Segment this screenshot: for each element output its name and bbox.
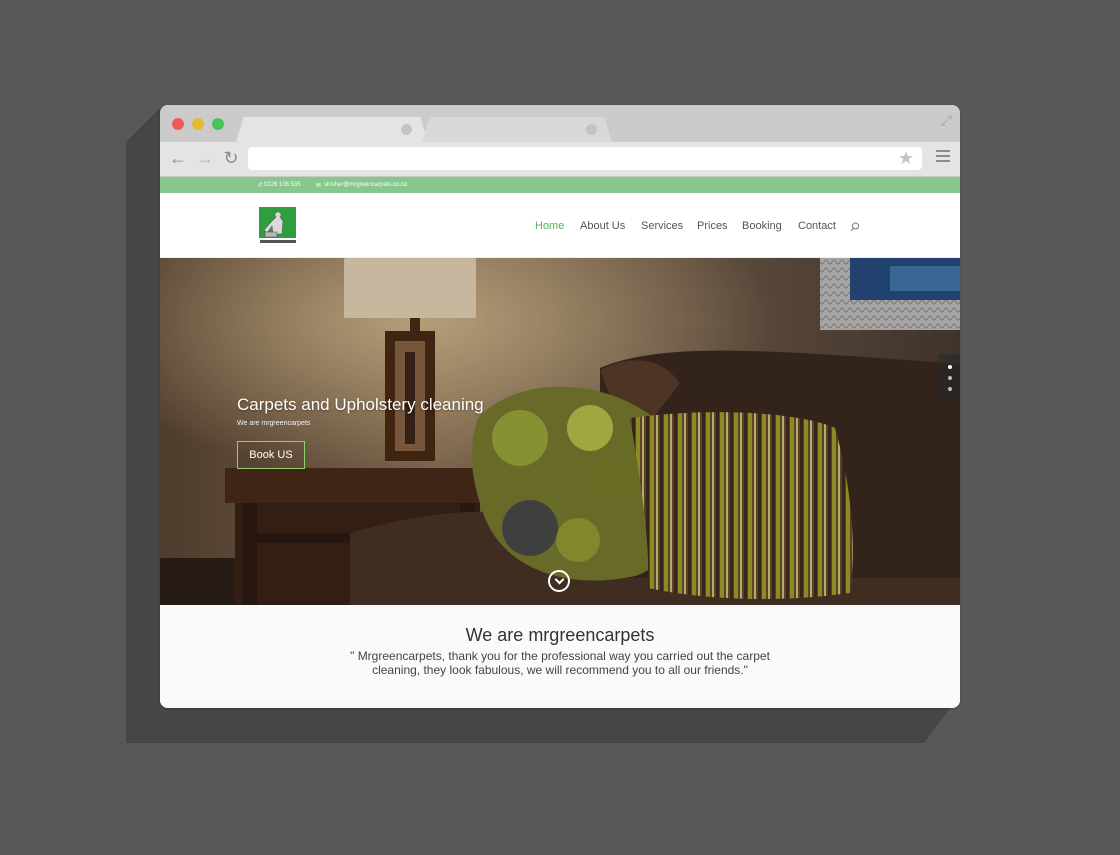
- minimize-window-button[interactable]: [192, 118, 204, 130]
- bookmark-star-icon[interactable]: ★: [898, 148, 914, 169]
- reload-icon[interactable]: ↻: [220, 147, 242, 169]
- nav-contact[interactable]: Contact: [798, 220, 836, 232]
- browser-tab-active[interactable]: [236, 117, 428, 142]
- intro-section: We are mrgreencarpets " Mrgreencarpets, …: [160, 605, 960, 708]
- fullscreen-icon[interactable]: ⤢: [941, 112, 952, 129]
- slide-dot-3[interactable]: [948, 387, 952, 391]
- nav-home[interactable]: Home: [535, 220, 564, 232]
- section-title: We are mrgreencarpets: [465, 625, 655, 645]
- scroll-down-icon[interactable]: [548, 570, 570, 592]
- phone-icon: ✆: [258, 183, 264, 189]
- close-window-button[interactable]: [172, 118, 184, 130]
- search-icon[interactable]: [850, 222, 860, 232]
- email-icon: ✉: [316, 183, 322, 189]
- web-page: ✆ 0226 106 535 ✉ shisher@mrgreencarpets.…: [160, 177, 960, 708]
- hero-subtitle: We are mrgreencarpets: [237, 420, 311, 427]
- nav-booking[interactable]: Booking: [742, 220, 782, 232]
- email-address[interactable]: shisher@mrgreencarpets.co.nz: [324, 182, 407, 188]
- testimonial-quote: " Mrgreencarpets, thank you for the prof…: [350, 649, 770, 677]
- zoom-window-button[interactable]: [212, 118, 224, 130]
- back-arrow-icon[interactable]: ←: [167, 147, 189, 169]
- browser-tab-inactive[interactable]: [422, 117, 612, 142]
- site-logo[interactable]: [258, 206, 298, 245]
- browser-menu-icon[interactable]: [936, 150, 950, 164]
- hero-slider: Carpets and Upholstery cleaning We are m…: [160, 258, 960, 605]
- tab-bar: ⤢: [160, 105, 960, 142]
- slide-dot-1[interactable]: [948, 365, 952, 369]
- site-header: Home About Us Services Prices Booking Co…: [160, 193, 960, 258]
- living-room-photo: [160, 258, 960, 605]
- nav-prices[interactable]: Prices: [697, 220, 728, 232]
- slider-pagination: [938, 354, 960, 400]
- browser-window: ⤢ ← → ↻ ★ ✆ 0226 106 535 ✉ shisher@mrgre…: [160, 105, 960, 708]
- nav-services[interactable]: Services: [641, 220, 683, 232]
- book-us-button[interactable]: Book US: [237, 441, 305, 469]
- forward-arrow-icon[interactable]: →: [194, 147, 216, 169]
- slide-dot-2[interactable]: [948, 376, 952, 380]
- address-bar[interactable]: ★: [248, 147, 922, 170]
- tab-close-icon[interactable]: [401, 124, 412, 135]
- phone-number[interactable]: 0226 106 535: [264, 182, 301, 188]
- nav-about-us[interactable]: About Us: [580, 220, 625, 232]
- tab-close-icon[interactable]: [586, 124, 597, 135]
- browser-toolbar: ← → ↻ ★: [160, 142, 960, 177]
- hero-title: Carpets and Upholstery cleaning: [237, 395, 484, 414]
- contact-strip: ✆ 0226 106 535 ✉ shisher@mrgreencarpets.…: [160, 177, 960, 193]
